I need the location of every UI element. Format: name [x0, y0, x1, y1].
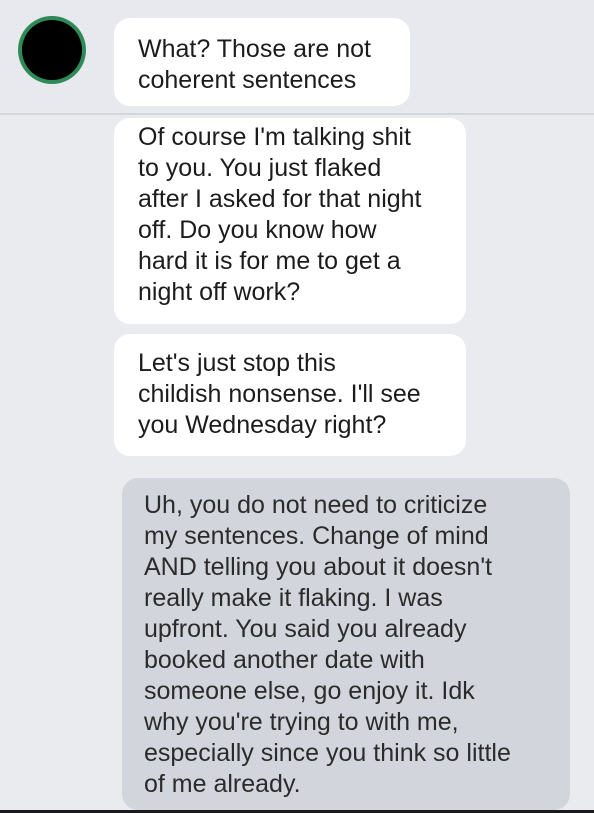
contact-avatar-icon[interactable] [22, 20, 82, 80]
incoming-message-bubble[interactable]: Let's just stop this childish nonsense. … [114, 334, 466, 456]
outgoing-message-bubble[interactable]: Uh, you do not need to criticize my sent… [122, 478, 570, 810]
incoming-message-bubble[interactable]: Of course I'm talking shit to you. You j… [114, 118, 466, 324]
divider-line [0, 113, 594, 115]
incoming-message-bubble[interactable]: What? Those are not coherent sentences [114, 18, 410, 106]
